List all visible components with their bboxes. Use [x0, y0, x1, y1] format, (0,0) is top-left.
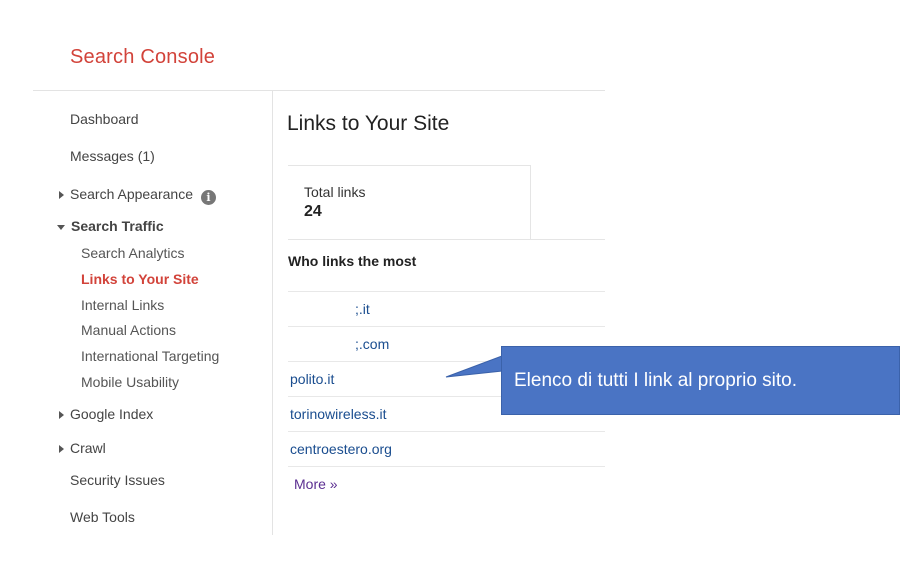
sidebar-subitem-manual-actions[interactable]: Manual Actions	[81, 322, 176, 338]
list-item: ;.it	[288, 291, 605, 326]
sidebar-subitem-mobile-usability[interactable]: Mobile Usability	[81, 374, 179, 390]
sidebar-item-dashboard[interactable]: Dashboard	[70, 111, 139, 127]
domain-link[interactable]: ;.com	[355, 336, 389, 352]
chevron-right-icon	[59, 445, 64, 454]
chevron-right-icon	[59, 411, 64, 420]
total-links-label: Total links	[304, 184, 366, 200]
domain-link[interactable]: torinowireless.it	[290, 406, 386, 422]
callout-text: Elenco di tutti I link al proprio sito.	[514, 370, 798, 391]
chevron-down-icon	[57, 224, 65, 230]
sidebar-item-label: Google Index	[70, 406, 154, 422]
sidebar: Dashboard Messages (1) Search Appearance…	[0, 0, 272, 570]
info-icon[interactable]: i	[200, 190, 216, 205]
sidebar-subitem-links-to-your-site[interactable]: Links to Your Site	[81, 271, 199, 287]
total-links-value: 24	[304, 203, 322, 220]
sidebar-subitem-search-analytics[interactable]: Search Analytics	[81, 245, 185, 261]
sidebar-subitem-international-targeting[interactable]: International Targeting	[81, 348, 219, 364]
section-heading: Who links the most	[288, 253, 417, 269]
domain-link[interactable]: polito.it	[290, 371, 334, 387]
sidebar-item-search-appearance[interactable]: Search Appearance i	[59, 186, 216, 205]
total-links-card: Total links 24	[288, 165, 531, 240]
more-link[interactable]: More »	[294, 476, 338, 492]
chevron-right-icon	[59, 191, 64, 200]
sidebar-divider	[272, 91, 273, 535]
list-item: centroestero.org	[288, 431, 605, 467]
domain-link[interactable]: centroestero.org	[290, 441, 392, 457]
sidebar-item-web-tools[interactable]: Web Tools	[70, 509, 135, 525]
page-title: Links to Your Site	[287, 112, 450, 135]
domain-link[interactable]: ;.it	[355, 301, 370, 317]
sidebar-item-label: Crawl	[70, 440, 106, 456]
annotation-callout: Elenco di tutti I link al proprio sito.	[501, 346, 900, 415]
sidebar-item-security-issues[interactable]: Security Issues	[70, 472, 165, 488]
sidebar-subitem-internal-links[interactable]: Internal Links	[81, 297, 164, 313]
sidebar-item-messages[interactable]: Messages (1)	[70, 148, 155, 164]
sidebar-item-google-index[interactable]: Google Index	[59, 406, 153, 422]
sidebar-item-label: Search Appearance	[70, 186, 193, 202]
sidebar-item-search-traffic[interactable]: Search Traffic	[57, 218, 164, 234]
callout-pointer-arrow	[445, 355, 503, 378]
card-divider	[288, 239, 605, 240]
sidebar-item-crawl[interactable]: Crawl	[59, 440, 106, 456]
sidebar-item-label: Search Traffic	[71, 218, 164, 234]
